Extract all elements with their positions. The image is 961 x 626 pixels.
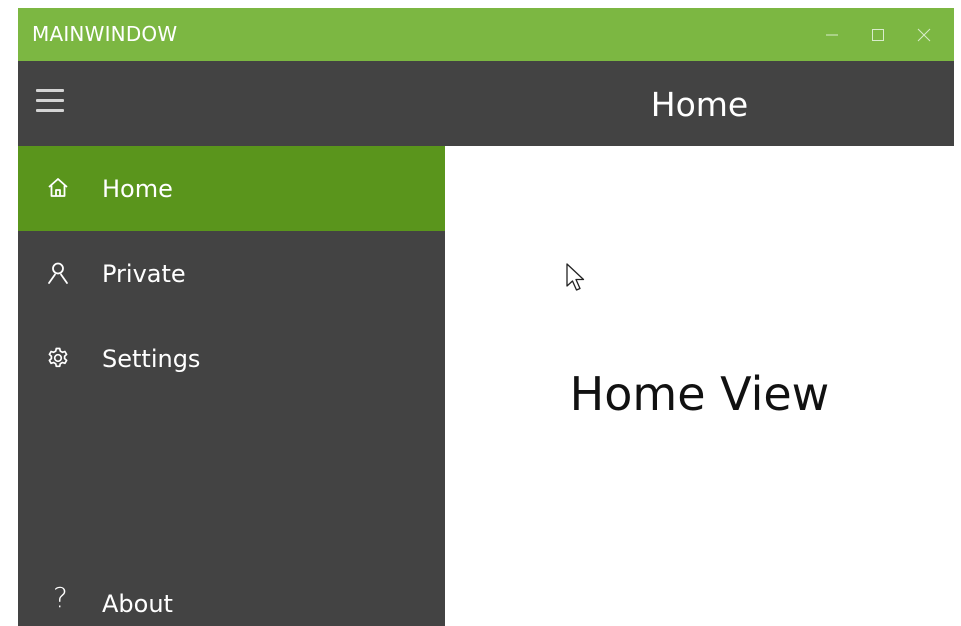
maximize-icon — [872, 28, 884, 41]
sidebar-item-label: Settings — [102, 345, 201, 373]
mouse-cursor-icon — [566, 263, 585, 291]
home-icon — [48, 178, 68, 197]
navigation-sidebar: Home Private Settings ? About — [18, 146, 445, 626]
sidebar-item-label: About — [102, 590, 173, 618]
sidebar-item-label: Home — [102, 175, 173, 203]
user-icon — [48, 262, 68, 284]
gear-icon — [48, 347, 68, 368]
main-window: MAINWINDOW Home Home Private Settings ? … — [18, 8, 954, 626]
sidebar-item-about[interactable]: ? About — [18, 559, 445, 626]
maximize-button[interactable] — [856, 8, 900, 61]
window-title: MAINWINDOW — [32, 22, 178, 46]
main-content: Home View — [445, 146, 954, 626]
sidebar-item-private[interactable]: Private — [18, 231, 445, 316]
app-header: Home — [18, 61, 954, 146]
sidebar-item-settings[interactable]: Settings — [18, 316, 445, 401]
sidebar-item-home[interactable]: Home — [18, 146, 445, 231]
close-button[interactable] — [902, 8, 946, 61]
question-icon: ? — [53, 581, 68, 614]
home-view-text: Home View — [569, 367, 830, 421]
title-bar[interactable]: MAINWINDOW — [18, 8, 954, 61]
close-icon — [917, 28, 931, 41]
page-title: Home — [650, 85, 749, 124]
minimize-icon — [826, 34, 838, 35]
minimize-button[interactable] — [810, 8, 854, 61]
sidebar-item-label: Private — [102, 260, 186, 288]
hamburger-menu-button[interactable] — [36, 89, 64, 113]
